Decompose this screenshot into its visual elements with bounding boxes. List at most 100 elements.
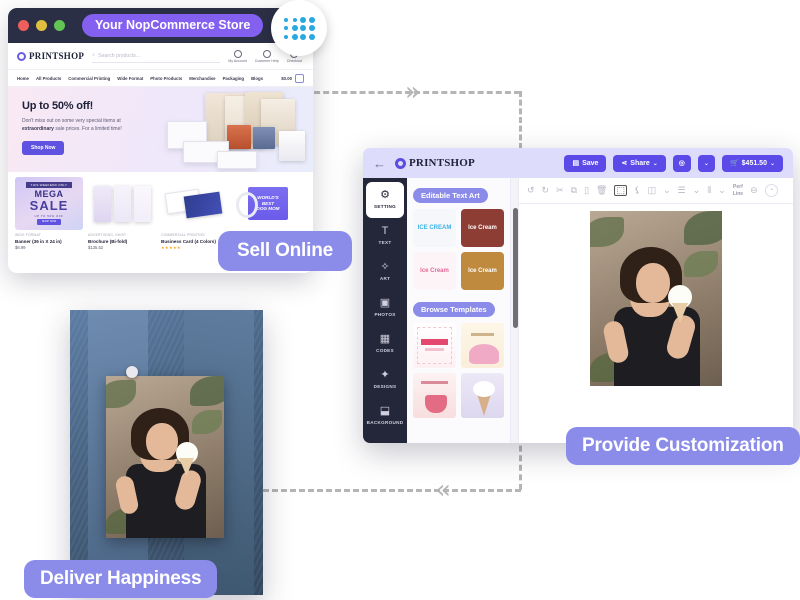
template-item[interactable] xyxy=(413,323,456,368)
product-thumbnail: WORLD'S BEST DOG MOM xyxy=(234,177,302,230)
account-button[interactable]: ◎ xyxy=(672,154,691,172)
maximize-button[interactable] xyxy=(54,20,65,31)
canvas-photo[interactable] xyxy=(590,211,722,386)
my-account-link[interactable]: My Account xyxy=(228,49,247,63)
storefront-logo[interactable]: PRINTSHOP xyxy=(17,51,84,61)
customer-help-link[interactable]: Customer Help xyxy=(254,49,279,63)
sidebar-item-photos[interactable]: ▣ PHOTOS xyxy=(363,290,407,326)
nav-item-wide-format[interactable]: Wide Format xyxy=(117,76,143,81)
sidebar-label-art: ART xyxy=(379,276,391,282)
chevron-down-icon[interactable]: ⌄ xyxy=(718,186,726,195)
template-item[interactable] xyxy=(461,373,504,418)
back-arrow-icon[interactable]: ← xyxy=(373,157,386,170)
chevron-down-icon[interactable]: ⌄ xyxy=(693,186,701,195)
share-button[interactable]: ⋖ Share ⌄ xyxy=(613,154,666,172)
promo-illustration: » « Your NopCommerce Store PRINTSHOP ⌕ S… xyxy=(0,0,800,600)
mega-sale-poster: THIS WEEKEND ONLY MEGA SALE UP TO 50% OF… xyxy=(15,177,83,230)
editor-toolbar: ↺ ↻ ✂ ⧉ ▯ 🗑 ⬚ ⚸ ◫ ⌄ ☰ ⌄ ⦀ ⌄ Perf Line ⊖ … xyxy=(519,178,793,204)
sidebar-item-codes[interactable]: ▦ CODES xyxy=(363,326,407,362)
user-icon xyxy=(233,49,242,58)
sidebar-item-background[interactable]: ⬓ BACKGROUND xyxy=(363,398,407,434)
template-item[interactable] xyxy=(461,323,504,368)
copy-icon[interactable]: ⧉ xyxy=(571,186,577,195)
align-vertical-icon[interactable]: ☰ xyxy=(678,186,686,195)
align-horizontal-icon[interactable]: ◫ xyxy=(648,186,657,195)
perf-line-label[interactable]: Perf Line xyxy=(733,184,743,197)
text-art-item[interactable]: Ice Cream xyxy=(413,252,456,290)
poster-eyebrow: THIS WEEKEND ONLY xyxy=(25,182,73,189)
product-card[interactable]: ADVERTISING, SHOP Brochure (Bi-fold) $13… xyxy=(88,177,156,250)
scrollbar-thumb[interactable] xyxy=(512,208,518,328)
chevron-down-icon[interactable]: ⌄ xyxy=(663,186,671,195)
chevron-down-icon: ⌄ xyxy=(652,160,658,167)
nav-item-photo-products[interactable]: Photo Products xyxy=(150,76,182,81)
search-icon: ⌕ xyxy=(92,52,96,58)
sidebar-label-photos: PHOTOS xyxy=(374,312,396,318)
ring-icon xyxy=(17,51,26,61)
badge-deliver-happiness: Deliver Happiness xyxy=(24,560,218,598)
storefront-nav: Home All Products Commercial Printing Wi… xyxy=(8,70,313,87)
product-thumbnail xyxy=(88,177,156,230)
zoom-out-icon[interactable]: ⊖ xyxy=(750,186,758,195)
product-thumbnail: THIS WEEKEND ONLY MEGA SALE UP TO 50% OF… xyxy=(15,177,83,230)
text-art-item[interactable]: Ice Cream xyxy=(461,252,504,290)
storefront-header: PRINTSHOP ⌕ Search products... My Accoun… xyxy=(8,43,313,70)
text-art-item[interactable]: Ice Cream xyxy=(461,209,504,247)
product-category: ADVERTISING, SHOP xyxy=(88,233,126,237)
cart-button[interactable]: 🛒 $451.50 ⌄ xyxy=(721,154,783,172)
text-art-item[interactable]: ICE CREAM xyxy=(413,209,456,247)
browser-tab-title[interactable]: Your NopCommerce Store xyxy=(82,14,264,37)
redo-icon[interactable]: ↻ xyxy=(542,186,550,195)
sidebar-item-designs[interactable]: ✦ DESIGNS xyxy=(363,362,407,398)
undo-icon[interactable]: ↺ xyxy=(527,186,535,195)
cart-widget[interactable]: $0.00 xyxy=(281,73,304,83)
mug-text-line3: DOG MOM xyxy=(256,206,280,212)
template-item[interactable] xyxy=(413,373,456,418)
editor-brand: PRINTSHOP xyxy=(409,157,475,169)
text-art-label: Ice Cream xyxy=(468,224,497,231)
sidebar-item-setting[interactable]: ⚙ SETTING xyxy=(366,182,404,218)
editor-logo[interactable]: PRINTSHOP xyxy=(395,157,475,169)
nav-item-blogs[interactable]: Blogs xyxy=(251,76,263,81)
nav-item-all-products[interactable]: All Products xyxy=(36,76,61,81)
help-circle-icon[interactable]: ◔ xyxy=(764,184,778,197)
flip-icon[interactable]: ⚸ xyxy=(634,186,641,195)
delete-icon[interactable]: 🗑 xyxy=(596,186,607,195)
cart-total: $451.50 xyxy=(741,159,767,167)
badge-provide-customization: Provide Customization xyxy=(566,427,800,465)
ring-icon xyxy=(395,157,406,169)
text-art-section-title: Editable Text Art xyxy=(413,188,488,203)
nav-item-home[interactable]: Home xyxy=(17,76,29,81)
cut-icon[interactable]: ✂ xyxy=(556,186,564,195)
product-price: $135.52 xyxy=(88,245,104,250)
product-price: $8.99 xyxy=(15,245,26,250)
nav-item-packaging[interactable]: Packaging xyxy=(223,76,245,81)
minimize-button[interactable] xyxy=(36,20,47,31)
product-card[interactable]: THIS WEEKEND ONLY MEGA SALE UP TO 50% OF… xyxy=(15,177,83,250)
connector-top-arrow: » xyxy=(405,77,421,107)
sidebar-item-text[interactable]: T TEXT xyxy=(363,218,407,254)
customer-help-label: Customer Help xyxy=(254,58,279,63)
crop-icon[interactable]: ⬚ xyxy=(614,185,627,196)
spacing-icon[interactable]: ⦀ xyxy=(707,186,711,195)
perf-line-word2: Line xyxy=(732,190,744,197)
paste-icon[interactable]: ▯ xyxy=(584,186,589,195)
hero-banner: Up to 50% off! Don't miss out on some ve… xyxy=(8,87,313,172)
nav-item-commercial-printing[interactable]: Commercial Printing xyxy=(68,76,110,81)
chevron-down-icon: ⌄ xyxy=(703,160,709,167)
mug-body: WORLD'S BEST DOG MOM xyxy=(236,187,288,220)
nav-item-merchandise[interactable]: Merchandise xyxy=(189,76,215,81)
mug-image: WORLD'S BEST DOG MOM xyxy=(234,177,302,230)
browse-templates-section-title: Browse Templates xyxy=(413,302,495,317)
account-dropdown-button[interactable]: ⌄ xyxy=(697,154,715,172)
poster-button: SHOP NOW xyxy=(36,218,62,225)
connector-bottom-vertical xyxy=(519,436,522,490)
design-canvas[interactable] xyxy=(519,204,793,443)
sidebar-label-designs: DESIGNS xyxy=(373,384,397,390)
shop-now-button[interactable]: Shop Now xyxy=(22,140,65,155)
sidebar-item-art[interactable]: ✧ ART xyxy=(363,254,407,290)
search-input[interactable]: ⌕ Search products... xyxy=(92,50,221,63)
panel-scrollbar[interactable] xyxy=(511,178,519,443)
save-button[interactable]: ▤ Save xyxy=(564,154,607,172)
close-button[interactable] xyxy=(18,20,29,31)
